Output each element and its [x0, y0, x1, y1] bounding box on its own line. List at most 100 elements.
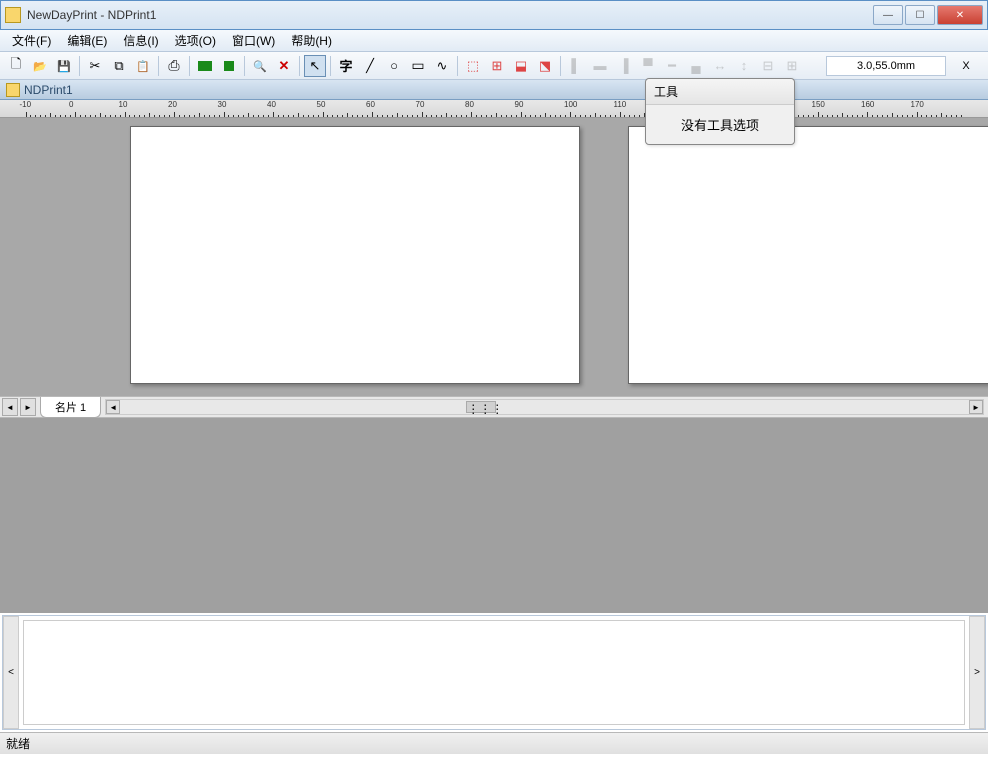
fill-button-2[interactable]	[486, 55, 508, 77]
maximize-button[interactable]: ☐	[905, 5, 935, 25]
group-button[interactable]	[781, 55, 803, 77]
x-icon	[279, 58, 290, 74]
paste-icon	[136, 58, 150, 73]
toolbar-separator	[79, 56, 80, 76]
menu-info[interactable]: 信息(I)	[115, 30, 166, 51]
align-middle-button[interactable]	[661, 55, 683, 77]
dist-width-button[interactable]	[709, 55, 731, 77]
align-bottom-button[interactable]	[685, 55, 707, 77]
menu-edit[interactable]: 编辑(E)	[59, 30, 115, 51]
window-titlebar: NewDayPrint - NDPrint1 — ☐ ✕	[0, 0, 988, 30]
ellipse-icon	[390, 58, 398, 73]
minimize-button[interactable]: —	[873, 5, 903, 25]
x-label: X	[956, 60, 976, 72]
green-square-icon	[224, 61, 234, 71]
text-tool-button[interactable]	[335, 55, 357, 77]
window-title: NewDayPrint - NDPrint1	[27, 8, 871, 22]
ruler-tick: 170	[911, 100, 924, 109]
align-right-icon	[619, 58, 628, 73]
document-name: NDPrint1	[24, 83, 73, 97]
new-button[interactable]	[5, 55, 27, 77]
ruler-tick: 0	[69, 100, 73, 109]
toolbar-separator	[457, 56, 458, 76]
fill-button-1[interactable]	[462, 55, 484, 77]
canvas-area[interactable]	[0, 118, 988, 396]
nav-prev-button[interactable]: ◄	[2, 398, 18, 416]
nav-next-button[interactable]: ►	[20, 398, 36, 416]
close-button[interactable]: ✕	[937, 5, 983, 25]
zoom-button[interactable]	[249, 55, 271, 77]
ruler-tick: 90	[515, 100, 524, 109]
horizontal-ruler: -100102030405060708090100110120130140150…	[0, 100, 988, 118]
open-icon	[33, 58, 47, 73]
dist-height-icon	[741, 58, 748, 73]
ruler-tick: 30	[218, 100, 227, 109]
align-top-icon	[643, 58, 652, 73]
menu-window[interactable]: 窗口(W)	[224, 30, 283, 51]
middle-panel	[0, 418, 988, 613]
ruler-tick: 70	[416, 100, 425, 109]
menu-help[interactable]: 帮助(H)	[283, 30, 340, 51]
save-icon	[57, 58, 71, 73]
dist-height-button[interactable]	[733, 55, 755, 77]
group-icon	[787, 58, 798, 74]
text-icon	[339, 56, 352, 75]
zoom-icon	[253, 58, 267, 73]
green-button-1[interactable]	[194, 55, 216, 77]
align-top-button[interactable]	[637, 55, 659, 77]
fill-button-3[interactable]	[510, 55, 532, 77]
dist-width-icon	[714, 58, 727, 73]
ruler-tick: 80	[465, 100, 474, 109]
fill-button-4[interactable]	[534, 55, 556, 77]
menu-options[interactable]: 选项(O)	[167, 30, 224, 51]
align-left-button[interactable]	[565, 55, 587, 77]
page-front[interactable]	[130, 126, 580, 384]
rect-tool-button[interactable]	[407, 55, 429, 77]
cut-icon	[90, 58, 101, 74]
ruler-tick: 50	[317, 100, 326, 109]
align-right-button[interactable]	[613, 55, 635, 77]
ruler-tick: -10	[20, 100, 32, 109]
spacing-icon	[763, 58, 774, 74]
status-bar: 就绪	[0, 732, 988, 754]
green-button-2[interactable]	[218, 55, 240, 77]
copy-icon	[114, 58, 123, 74]
scroll-right-button[interactable]: ►	[969, 400, 983, 414]
fill-icon	[467, 58, 479, 74]
align-center-button[interactable]	[589, 55, 611, 77]
paste-button[interactable]	[132, 55, 154, 77]
document-header: NDPrint1	[0, 80, 988, 100]
status-text: 就绪	[6, 735, 30, 752]
ruler-tick: 110	[614, 100, 627, 109]
menu-file[interactable]: 文件(F)	[4, 30, 59, 51]
spacing-button[interactable]	[757, 55, 779, 77]
delete-button[interactable]	[273, 55, 295, 77]
curve-tool-button[interactable]	[431, 55, 453, 77]
print-button[interactable]	[163, 55, 185, 77]
ruler-tick: 20	[168, 100, 177, 109]
copy-button[interactable]	[108, 55, 130, 77]
line-tool-button[interactable]	[359, 55, 381, 77]
bottom-nav-right[interactable]: >	[969, 616, 985, 729]
toolbar-separator	[244, 56, 245, 76]
save-button[interactable]	[53, 55, 75, 77]
new-icon	[11, 55, 21, 77]
select-tool-button[interactable]	[304, 55, 326, 77]
ellipse-tool-button[interactable]	[383, 55, 405, 77]
page-tab-card[interactable]: 名片 1	[40, 397, 101, 418]
scroll-left-button[interactable]: ◄	[106, 400, 120, 414]
print-icon	[168, 57, 179, 74]
page-back[interactable]	[628, 126, 988, 384]
rect-icon	[411, 57, 424, 74]
document-icon	[6, 83, 20, 97]
toolbar-separator	[189, 56, 190, 76]
cut-button[interactable]	[84, 55, 106, 77]
tool-popup-title[interactable]: 工具	[646, 79, 794, 105]
bottom-nav-left[interactable]: <	[3, 616, 19, 729]
scroll-thumb[interactable]: ⋮⋮⋮	[466, 401, 496, 413]
open-button[interactable]	[29, 55, 51, 77]
horizontal-scrollbar[interactable]: ◄ ⋮⋮⋮ ►	[105, 399, 984, 415]
green-rect-icon	[198, 61, 212, 71]
arrow-icon	[310, 58, 321, 74]
fill-icon	[539, 58, 551, 74]
